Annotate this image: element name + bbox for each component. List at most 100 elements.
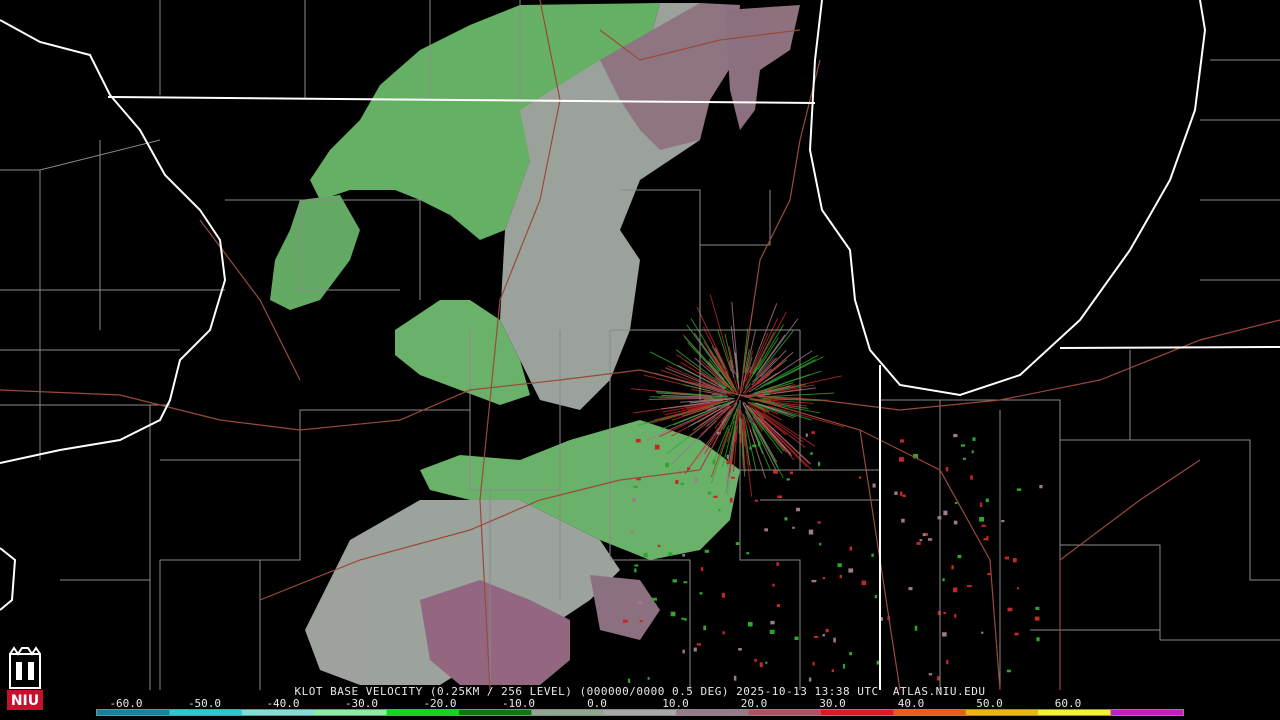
clutter-speck (954, 613, 957, 618)
clutter-speck (848, 568, 854, 573)
scale-color-segment (821, 710, 894, 715)
clutter-speck (942, 632, 947, 637)
clutter-speck (758, 441, 761, 447)
clutter-speck (971, 450, 974, 454)
clutter-speck (752, 444, 757, 448)
clutter-speck (699, 592, 703, 595)
scale-color-segment (531, 710, 605, 715)
clutter-speck (962, 457, 966, 460)
clutter-speck (665, 462, 670, 468)
clutter-speck (805, 433, 808, 437)
scale-color-segment (241, 710, 315, 715)
clutter-speck (972, 437, 976, 441)
clutter-speck (1014, 632, 1019, 636)
clutter-speck (925, 532, 929, 536)
clutter-speck (822, 576, 826, 580)
clutter-speck (951, 565, 954, 570)
radar-map (0, 0, 1280, 720)
clutter-speck (843, 663, 846, 669)
clutter-speck (721, 592, 725, 598)
clutter-speck (657, 544, 661, 548)
clutter-speck (945, 466, 949, 472)
clutter-speck (796, 507, 801, 512)
clutter-speck (957, 554, 962, 559)
clutter-speck (693, 647, 697, 652)
clutter-speck (987, 573, 991, 576)
clutter-speck (839, 575, 843, 579)
clutter-speck (872, 483, 876, 488)
clutter-speck (754, 499, 759, 502)
clutter-speck (639, 620, 643, 623)
clutter-speck (946, 659, 949, 665)
clutter-speck (902, 494, 906, 498)
scale-color-segment (1038, 710, 1112, 715)
clutter-speck (825, 628, 829, 633)
clutter-speck (937, 516, 942, 520)
clutter-speck (764, 528, 769, 532)
niu-logo-text: NIU (11, 693, 39, 709)
clutter-speck (703, 625, 706, 631)
clutter-speck (833, 637, 836, 643)
clutter-speck (1036, 637, 1040, 642)
scale-color-segment (965, 710, 1039, 715)
clutter-speck (726, 460, 731, 465)
clutter-speck (831, 669, 835, 673)
scale-color-segment (748, 710, 822, 715)
clutter-speck (811, 579, 817, 583)
clutter-speck (682, 554, 686, 557)
clutter-speck (812, 661, 815, 666)
clutter-speck (861, 580, 867, 586)
clutter-speck (1013, 558, 1017, 563)
clutter-speck (916, 541, 921, 545)
clutter-speck (979, 502, 983, 508)
clutter-speck (773, 470, 779, 474)
clutter-speck (777, 495, 783, 498)
scale-color-segment (169, 710, 243, 715)
clutter-speck (970, 475, 973, 480)
clutter-speck (776, 562, 780, 566)
clutter-speck (654, 444, 660, 450)
clutter-speck (908, 587, 913, 591)
clutter-speck (983, 538, 987, 541)
clutter-speck (651, 597, 657, 601)
clutter-speck (684, 618, 687, 621)
clutter-speck (849, 651, 852, 656)
clutter-speck (733, 675, 737, 681)
clutter-speck (953, 520, 958, 525)
clutter-speck (772, 583, 775, 587)
clutter-speck (722, 631, 725, 635)
clutter-speck (735, 542, 740, 546)
clutter-speck (622, 619, 628, 623)
scale-color-segment (1110, 710, 1183, 715)
clutter-speck (707, 491, 712, 495)
clutter-speck (647, 677, 650, 680)
clutter-speck (694, 477, 698, 483)
clutter-speck (729, 497, 733, 503)
clutter-speck (754, 658, 757, 662)
clutter-speck (1006, 669, 1011, 673)
clutter-speck (770, 620, 775, 625)
clutter-speck (808, 529, 814, 535)
clutter-speck (700, 567, 704, 572)
clutter-speck (696, 643, 701, 646)
clutter-speck (874, 595, 877, 599)
clutter-speck (637, 600, 643, 604)
clutter-speck (718, 508, 721, 512)
niu-logo: NIU (4, 646, 46, 714)
clutter-speck (837, 563, 842, 568)
clutter-speck (981, 631, 984, 634)
clutter-speck (1007, 607, 1013, 612)
scale-color-segment (603, 710, 677, 715)
scale-color-segment (893, 710, 967, 715)
clutter-speck (859, 476, 862, 479)
scale-color-segment (97, 710, 170, 715)
clutter-speck (953, 433, 958, 438)
clutter-speck (1034, 616, 1040, 621)
clutter-speck (919, 539, 923, 542)
clutter-speck (817, 521, 821, 524)
clutter-speck (952, 587, 958, 593)
clutter-speck (634, 564, 639, 567)
clutter-speck (759, 662, 763, 668)
clutter-speck (675, 480, 679, 484)
clutter-speck (726, 454, 729, 460)
